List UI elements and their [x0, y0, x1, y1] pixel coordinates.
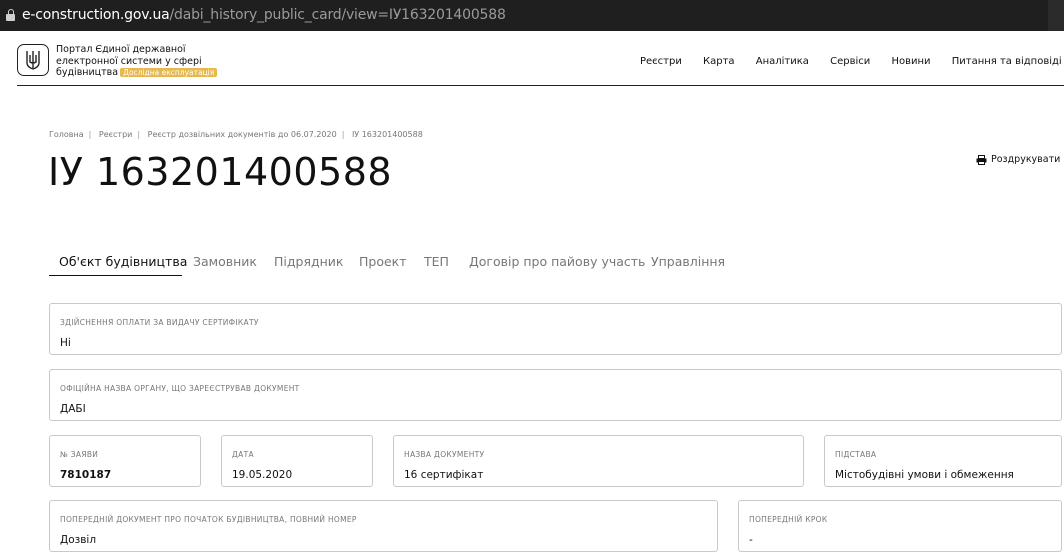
- print-button[interactable]: Роздрукувати: [976, 154, 1060, 165]
- field-label: ПОПЕРЕДНІЙ ДОКУМЕНТ ПРО ПОЧАТОК БУДІВНИЦ…: [60, 515, 357, 524]
- field-value: ДАБІ: [60, 403, 86, 415]
- field-label: ПОПЕРЕДНІЙ КРОК: [749, 515, 828, 524]
- tab-tep[interactable]: ТЕП: [424, 254, 449, 276]
- page-title: ІУ 163201400588: [48, 150, 393, 194]
- brand-line-3: будівництва: [56, 67, 119, 78]
- breadcrumb-home[interactable]: Головна: [49, 130, 84, 139]
- breadcrumb: Головна | Реєстри | Реєстр дозвільних доку…: [49, 130, 423, 139]
- field-value: 16 сертифікат: [404, 469, 484, 481]
- breadcrumb-current: ІУ 163201400588: [351, 130, 423, 139]
- url-text[interactable]: e-construction.gov.ua/dabi_history_publi…: [22, 7, 506, 23]
- tab-construction-object[interactable]: Об'єкт будівництва: [49, 254, 187, 276]
- browser-address-bar[interactable]: e-construction.gov.ua/dabi_history_publi…: [0, 0, 1064, 31]
- tab-contractor[interactable]: Підрядник: [274, 254, 343, 276]
- header-divider: [17, 85, 1064, 86]
- field-value: 7810187: [60, 469, 112, 481]
- field-value: -: [749, 534, 753, 546]
- field-authority: ОФІЦІЙНА НАЗВА ОРГАНУ, ЩО ЗАРЕЄСТРУВАВ Д…: [49, 369, 1062, 421]
- portal-brand[interactable]: Портал Єдиної державної електронної сист…: [56, 44, 218, 79]
- field-value: 19.05.2020: [232, 469, 293, 481]
- tab-customer[interactable]: Замовник: [193, 254, 257, 276]
- print-label: Роздрукувати: [991, 154, 1061, 165]
- site-header: Портал Єдиної державної електронної сист…: [0, 31, 1064, 86]
- field-label: ДАТА: [232, 450, 254, 459]
- tab-management[interactable]: Управління: [651, 254, 725, 276]
- field-application-number: № ЗАЯВИ 7810187: [49, 435, 201, 487]
- breadcrumb-registry[interactable]: Реєстр дозвільних документів до 06.07.20…: [148, 130, 337, 139]
- field-date: ДАТА 19.05.2020: [221, 435, 373, 487]
- beta-badge: Дослідна експлуатація: [120, 68, 218, 77]
- field-basis: ПІДСТАВА Містобудівні умови і обмеження: [824, 435, 1062, 487]
- main-nav: Реєстри Карта Аналітика Сервіси Новини П…: [640, 56, 1064, 67]
- nav-faq[interactable]: Питання та відповіді: [952, 56, 1062, 67]
- nav-registries[interactable]: Реєстри: [640, 56, 682, 67]
- nav-services[interactable]: Сервіси: [830, 56, 870, 67]
- field-label: ЗДІЙСНЕННЯ ОПЛАТИ ЗА ВИДАЧУ СЕРТИФІКАТУ: [60, 318, 259, 327]
- tab-share-agreement[interactable]: Договір про пайову участь: [469, 254, 645, 276]
- brand-line-2: електронної системи у сфері: [56, 55, 202, 67]
- field-value: Ні: [60, 337, 71, 349]
- breadcrumb-registries[interactable]: Реєстри: [99, 130, 132, 139]
- nav-analytics[interactable]: Аналітика: [756, 56, 809, 67]
- lock-icon[interactable]: [6, 9, 15, 21]
- printer-icon: [976, 154, 987, 165]
- field-value: Містобудівні умови і обмеження: [835, 469, 1014, 481]
- field-document-name: НАЗВА ДОКУМЕНТУ 16 сертифікат: [393, 435, 804, 487]
- field-previous-document: ПОПЕРЕДНІЙ ДОКУМЕНТ ПРО ПОЧАТОК БУДІВНИЦ…: [49, 500, 718, 552]
- field-label: ПІДСТАВА: [835, 450, 877, 459]
- field-label: ОФІЦІЙНА НАЗВА ОРГАНУ, ЩО ЗАРЕЄСТРУВАВ Д…: [60, 384, 300, 393]
- field-label: НАЗВА ДОКУМЕНТУ: [404, 450, 485, 459]
- nav-map[interactable]: Карта: [703, 56, 735, 67]
- url-domain: e-construction.gov.ua: [22, 7, 170, 23]
- tab-project[interactable]: Проект: [359, 254, 407, 276]
- brand-line-1: Портал Єдиної державної: [56, 44, 186, 55]
- url-path: /dabi_history_public_card/view=ІУ1632014…: [169, 7, 506, 23]
- nav-news[interactable]: Новини: [891, 56, 930, 67]
- field-payment: ЗДІЙСНЕННЯ ОПЛАТИ ЗА ВИДАЧУ СЕРТИФІКАТУ …: [49, 303, 1062, 355]
- toolbar-edge: [1048, 0, 1064, 31]
- field-label: № ЗАЯВИ: [60, 450, 99, 459]
- field-previous-step: ПОПЕРЕДНІЙ КРОК -: [738, 500, 1062, 552]
- field-value: Дозвіл: [60, 534, 97, 546]
- trident-logo-icon[interactable]: [17, 44, 49, 76]
